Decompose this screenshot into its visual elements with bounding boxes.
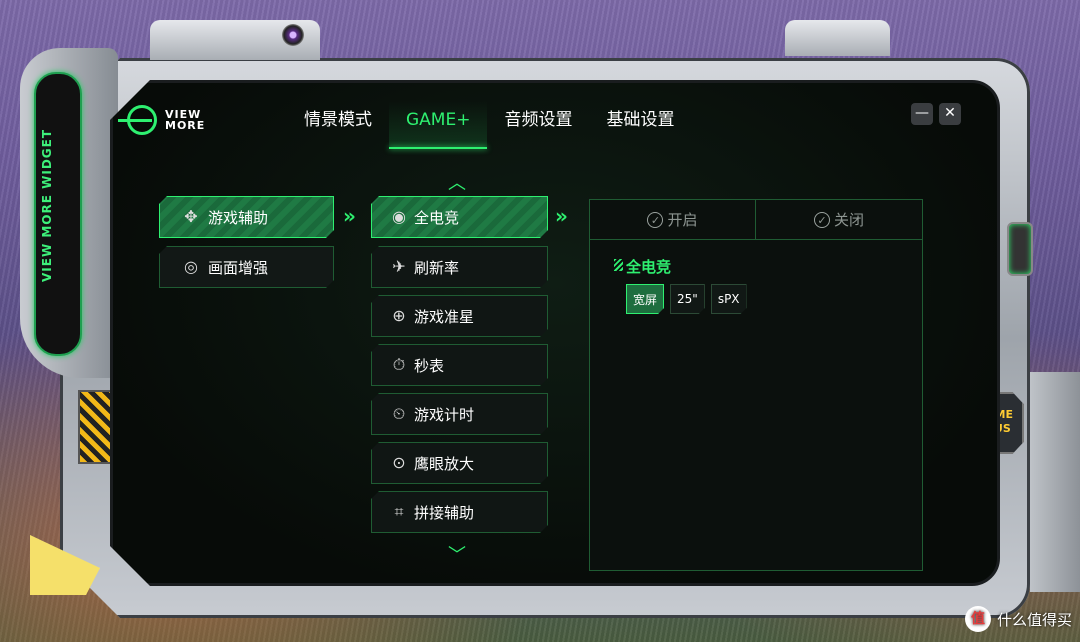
feature-splice-assist[interactable]: ⌗ 拼接辅助	[371, 491, 548, 533]
smzdm-logo-icon: 值	[964, 606, 991, 632]
feature-label: 游戏计时	[414, 405, 475, 424]
category-game-assist[interactable]: ✥ 游戏辅助	[159, 196, 334, 238]
panel-title: 全电竞	[626, 258, 672, 276]
feature-eagle-eye[interactable]: ⊙ 鹰眼放大	[371, 442, 548, 484]
minimize-button[interactable]: —	[911, 103, 933, 125]
toggle-on-button[interactable]: ✓ 开启	[590, 200, 756, 240]
double-chevron-right-icon: »	[343, 204, 356, 228]
camera-icon	[282, 24, 304, 46]
category-label: 画面增强	[208, 258, 269, 277]
brand-logo: VIEW MORE	[127, 105, 205, 135]
close-button[interactable]: ✕	[939, 103, 961, 125]
esports-icon: ◉	[392, 207, 406, 226]
stripe-marker-icon	[614, 259, 623, 271]
brand-line2: MORE	[165, 119, 206, 132]
right-plate	[1030, 372, 1080, 592]
feature-game-timer[interactable]: ⏲ 游戏计时	[371, 393, 548, 435]
main-nav: 情景模式 GAME+ 音频设置 基础设置	[287, 101, 691, 149]
mode-chips: 宽屏 25" sPX	[626, 284, 747, 314]
side-label: VIEW MORE WIDGET	[40, 128, 54, 282]
top-right-tab	[785, 20, 890, 56]
watermark: 值 什么值得买	[964, 606, 1072, 632]
stopwatch-icon: ⏱	[392, 355, 406, 374]
feature-label: 鹰眼放大	[414, 454, 475, 473]
category-label: 游戏辅助	[208, 208, 269, 227]
tab-scene-mode[interactable]: 情景模式	[287, 101, 389, 149]
crosshair-icon: ⊕	[392, 306, 406, 325]
chip-widescreen[interactable]: 宽屏	[626, 284, 664, 314]
toggle-off-button[interactable]: ✓ 关闭	[756, 200, 922, 240]
feature-label: 拼接辅助	[414, 503, 475, 522]
magnify-icon: ⊙	[392, 453, 406, 472]
gamepad-icon: ✥	[184, 207, 198, 226]
feature-label: 游戏准星	[414, 307, 475, 326]
toggle-on-label: 开启	[667, 211, 698, 229]
category-image-enhance[interactable]: ◎ 画面增强	[159, 246, 334, 288]
image-enhance-icon: ◎	[184, 257, 198, 276]
chip-25-inch[interactable]: 25"	[670, 284, 705, 314]
chip-spx[interactable]: sPX	[711, 284, 747, 314]
feature-label: 全电竞	[414, 208, 460, 227]
feature-label: 秒表	[414, 356, 445, 375]
refresh-rate-icon: ✈	[392, 257, 406, 276]
settings-panel: ✓ 开启 ✓ 关闭 全电竞 宽屏 25" sPX	[589, 199, 923, 571]
tab-basic-settings[interactable]: 基础设置	[589, 101, 691, 149]
game-timer-icon: ⏲	[392, 404, 406, 423]
window-controls: — ✕	[911, 103, 961, 125]
feature-label: 刷新率	[414, 258, 460, 277]
tab-audio-settings[interactable]: 音频设置	[487, 101, 589, 149]
toggle-off-label: 关闭	[833, 211, 864, 229]
check-circle-icon: ✓	[814, 212, 830, 228]
brand-text: VIEW MORE	[165, 109, 205, 131]
scroll-up-icon[interactable]: ︿	[448, 169, 466, 195]
logo-mark-icon	[127, 105, 157, 135]
app-screen: VIEW MORE 情景模式 GAME+ 音频设置 基础设置 — ✕ ✥ 游戏辅…	[110, 80, 1000, 586]
scroll-down-icon[interactable]: ﹀	[448, 541, 466, 567]
double-chevron-right-icon: »	[555, 204, 568, 228]
watermark-text: 什么值得买	[996, 610, 1072, 629]
feature-crosshair[interactable]: ⊕ 游戏准星	[371, 295, 548, 337]
feature-esports[interactable]: ◉ 全电竞	[371, 196, 548, 238]
side-power-button[interactable]	[1007, 222, 1033, 276]
feature-stopwatch[interactable]: ⏱ 秒表	[371, 344, 548, 386]
splice-icon: ⌗	[394, 502, 404, 521]
tab-game-plus[interactable]: GAME+	[389, 101, 487, 149]
check-circle-icon: ✓	[647, 212, 663, 228]
feature-refresh-rate[interactable]: ✈ 刷新率	[371, 246, 548, 288]
